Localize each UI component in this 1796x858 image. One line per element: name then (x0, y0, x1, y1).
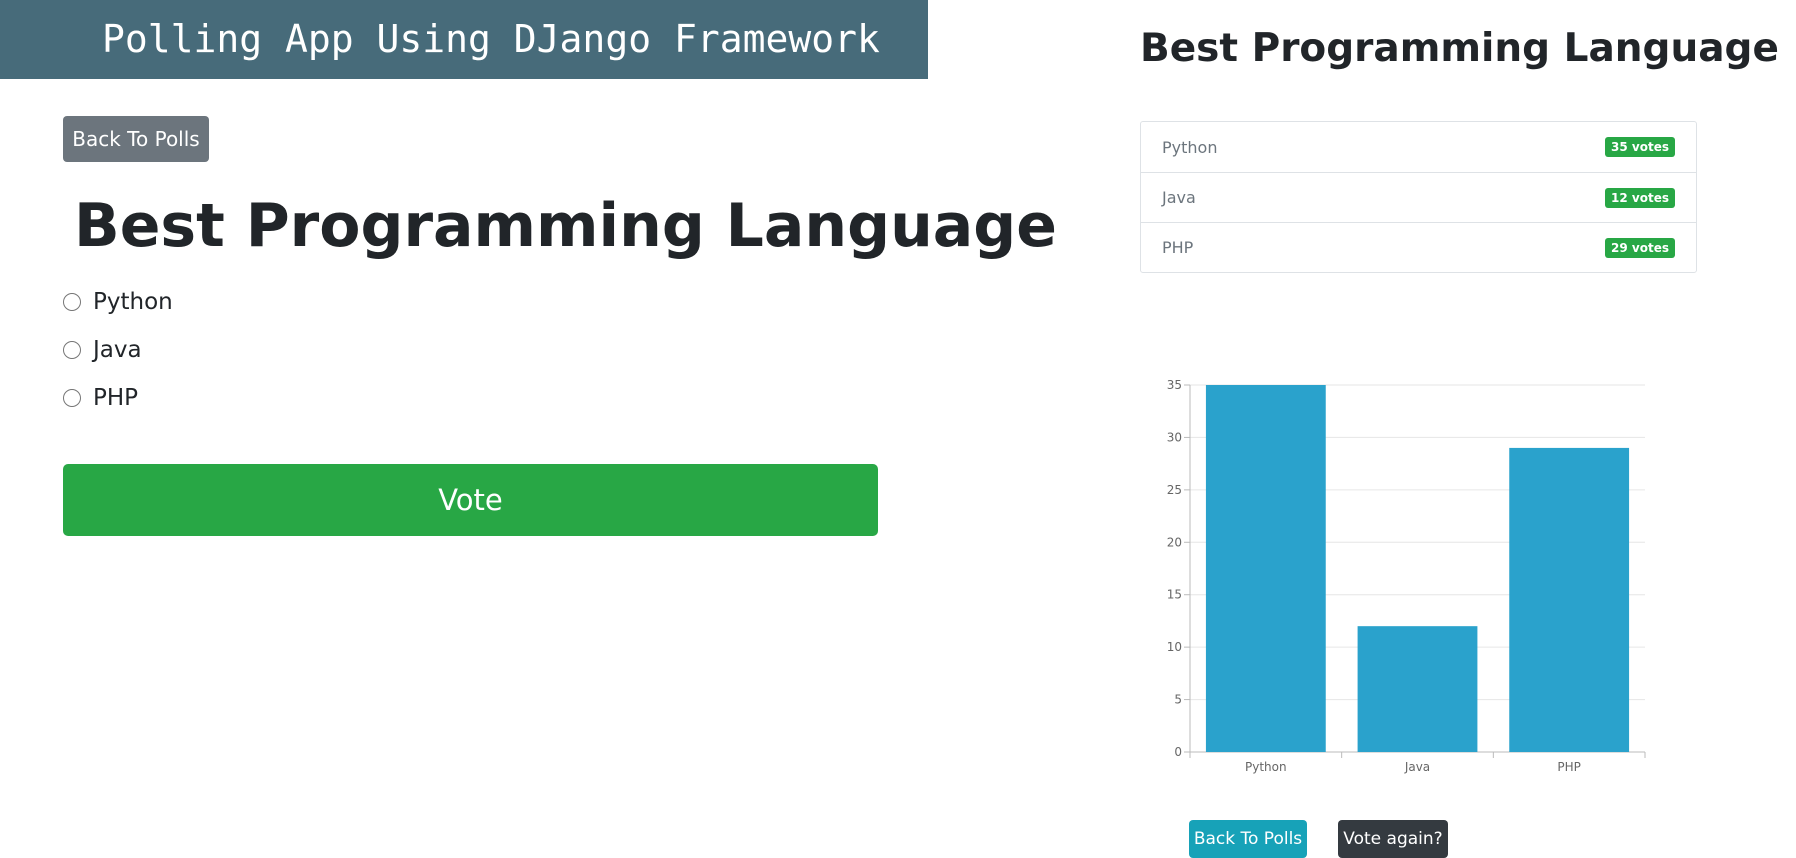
y-tick-label: 15 (1167, 588, 1182, 602)
x-tick-label: Python (1245, 760, 1287, 774)
votes-badge: 12 votes (1605, 187, 1675, 208)
vote-button[interactable]: Vote (63, 464, 878, 536)
x-tick-label: PHP (1557, 760, 1581, 774)
result-name: Python (1162, 137, 1218, 157)
votes-badge: 35 votes (1605, 137, 1675, 157)
choice-python[interactable]: Python (63, 287, 173, 317)
choice-radio-python[interactable] (63, 293, 81, 311)
choice-java[interactable]: Java (63, 335, 142, 365)
y-tick-label: 0 (1174, 745, 1182, 759)
y-tick-label: 10 (1167, 640, 1182, 654)
y-tick-label: 35 (1167, 378, 1182, 392)
votes-badge: 29 votes (1605, 237, 1675, 258)
back-to-polls-button[interactable]: Back To Polls (63, 116, 209, 162)
app-banner: Polling App Using DJango Framework (0, 0, 928, 79)
bar (1509, 447, 1630, 752)
y-tick-label: 20 (1167, 535, 1182, 549)
choice-label-python[interactable]: Python (93, 289, 173, 315)
result-item: PHP 29 votes (1141, 222, 1696, 272)
votes-bar-chart: 0 5 10 15 20 25 30 35 Python Java PHP (1167, 378, 1646, 774)
bar (1205, 385, 1326, 752)
choice-label-php[interactable]: PHP (93, 385, 138, 411)
result-item: Java 12 votes (1141, 172, 1696, 222)
choice-radio-php[interactable] (63, 389, 81, 407)
bar (1357, 626, 1478, 752)
result-name: PHP (1162, 238, 1194, 257)
results-back-to-polls-button[interactable]: Back To Polls (1189, 820, 1307, 858)
x-tick-label: Java (1404, 760, 1430, 774)
y-tick-label: 25 (1167, 483, 1182, 497)
results-list: Python 35 votes Java 12 votes PHP 29 vot… (1140, 121, 1697, 273)
y-tick-label: 5 (1174, 693, 1182, 707)
vote-again-button[interactable]: Vote again? (1338, 820, 1448, 858)
results-title: Best Programming Language (1140, 26, 1779, 71)
choice-label-java[interactable]: Java (93, 337, 142, 363)
result-name: Java (1162, 188, 1196, 207)
poll-question-title: Best Programming Language (74, 191, 1057, 261)
choice-radio-java[interactable] (63, 341, 81, 359)
choice-php[interactable]: PHP (63, 383, 138, 413)
result-item: Python 35 votes (1141, 122, 1696, 172)
app-title: Polling App Using DJango Framework (102, 17, 880, 61)
y-tick-label: 30 (1167, 430, 1182, 444)
